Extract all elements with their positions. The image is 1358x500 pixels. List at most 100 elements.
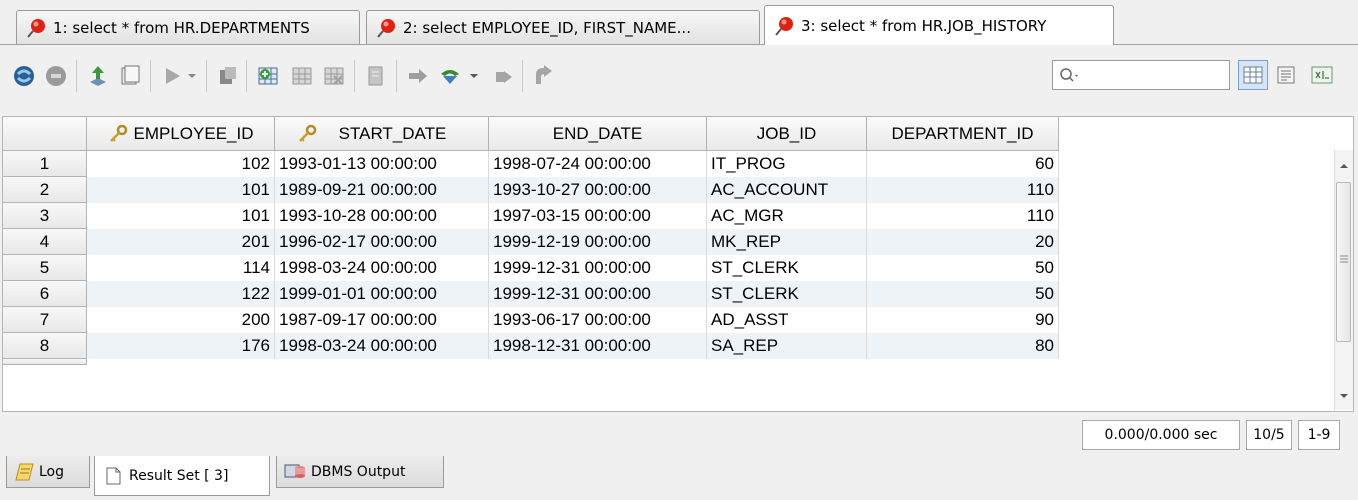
cell-employee-id[interactable]: 101 <box>87 203 275 229</box>
key-icon <box>298 124 316 142</box>
chevron-down-icon[interactable] <box>184 62 200 90</box>
table-row[interactable]: 4 201 1996-02-17 00:00:00 1999-12-19 00:… <box>3 229 1059 255</box>
cell-department-id[interactable]: 50 <box>867 281 1059 307</box>
tab-employees-query[interactable]: 2: select EMPLOYEE_ID, FIRST_NAME... <box>366 10 760 44</box>
column-header-employee-id[interactable]: EMPLOYEE_ID <box>87 117 275 151</box>
table-row[interactable]: 8 176 1998-03-24 00:00:00 1998-12-31 00:… <box>3 333 1059 359</box>
fetch-count: 10/5 <box>1246 420 1292 450</box>
tab-job-history-query[interactable]: 3: select * from HR.JOB_HISTORY <box>764 5 1114 45</box>
script-icon[interactable] <box>116 62 144 90</box>
table-row[interactable]: 3 101 1993-10-28 00:00:00 1997-03-15 00:… <box>3 203 1059 229</box>
column-header-label: DEPARTMENT_ID <box>891 123 1034 143</box>
cell-end-date[interactable]: 1999-12-31 00:00:00 <box>489 255 707 281</box>
cell-end-date[interactable]: 1999-12-31 00:00:00 <box>489 281 707 307</box>
cell-job-id[interactable]: ST_CLERK <box>707 255 867 281</box>
row-number[interactable]: 8 <box>3 333 87 359</box>
column-header-department-id[interactable]: DEPARTMENT_ID <box>867 117 1059 151</box>
row-number[interactable]: 3 <box>3 203 87 229</box>
cell-job-id[interactable]: ST_CLERK <box>707 281 867 307</box>
cell-job-id[interactable]: AC_MGR <box>707 203 867 229</box>
scroll-up-icon[interactable] <box>1339 162 1349 170</box>
cell-employee-id[interactable]: 102 <box>87 151 275 177</box>
tab-departments-query[interactable]: 1: select * from HR.DEPARTMENTS <box>16 10 360 44</box>
row-number <box>3 359 87 365</box>
table-row[interactable]: 7 200 1987-09-17 00:00:00 1993-06-17 00:… <box>3 307 1059 333</box>
column-header-end-date[interactable]: END_DATE <box>489 117 707 151</box>
refresh-icon[interactable] <box>436 62 464 90</box>
cell-end-date[interactable]: 1998-12-31 00:00:00 <box>489 333 707 359</box>
cell-start-date[interactable]: 1999-01-01 00:00:00 <box>275 281 489 307</box>
cell-end-date[interactable]: 1998-07-24 00:00:00 <box>489 151 707 177</box>
tab-label: 1: select * from HR.DEPARTMENTS <box>53 18 310 37</box>
cell-job-id[interactable]: AD_ASST <box>707 307 867 333</box>
cell-department-id[interactable]: 50 <box>867 255 1059 281</box>
cell-start-date[interactable]: 1996-02-17 00:00:00 <box>275 229 489 255</box>
search-input[interactable] <box>1052 60 1230 90</box>
cell-job-id[interactable]: IT_PROG <box>707 151 867 177</box>
cell-employee-id[interactable]: 201 <box>87 229 275 255</box>
cell-start-date[interactable]: 1993-10-28 00:00:00 <box>275 203 489 229</box>
database-icon[interactable] <box>10 62 38 90</box>
scroll-thumb[interactable] <box>1336 182 1351 342</box>
copy-icon[interactable] <box>214 62 242 90</box>
column-header-start-date[interactable]: START_DATE <box>275 117 489 151</box>
cell-employee-id[interactable]: 200 <box>87 307 275 333</box>
row-number[interactable]: 5 <box>3 255 87 281</box>
cell-start-date[interactable]: 1998-03-24 00:00:00 <box>275 255 489 281</box>
xml-view-toggle[interactable] <box>1308 63 1336 87</box>
cell-job-id[interactable]: AC_ACCOUNT <box>707 177 867 203</box>
grid-view-toggle[interactable] <box>1238 60 1268 90</box>
cell-start-date[interactable]: 1998-03-24 00:00:00 <box>275 333 489 359</box>
cell-department-id[interactable]: 60 <box>867 151 1059 177</box>
table-row[interactable]: 1 102 1993-01-13 00:00:00 1998-07-24 00:… <box>3 151 1059 177</box>
cell-employee-id[interactable]: 101 <box>87 177 275 203</box>
table-row[interactable]: 2 101 1989-09-21 00:00:00 1993-10-27 00:… <box>3 177 1059 203</box>
cell-job-id[interactable]: MK_REP <box>707 229 867 255</box>
cell-end-date[interactable]: 1997-03-15 00:00:00 <box>489 203 707 229</box>
tab-label: 3: select * from HR.JOB_HISTORY <box>801 16 1047 35</box>
tab-log[interactable]: Log <box>6 456 90 488</box>
pin-icon <box>377 18 395 38</box>
row-number[interactable]: 7 <box>3 307 87 333</box>
vertical-scrollbar[interactable] <box>1334 150 1353 410</box>
text-view-toggle[interactable] <box>1274 63 1298 87</box>
column-header-job-id[interactable]: JOB_ID <box>707 117 867 151</box>
cell-employee-id[interactable]: 122 <box>87 281 275 307</box>
edit-icon[interactable] <box>362 62 390 90</box>
cell-department-id[interactable]: 110 <box>867 177 1059 203</box>
undo-icon[interactable] <box>490 62 518 90</box>
cell-department-id[interactable]: 90 <box>867 307 1059 333</box>
cell-department-id[interactable]: 80 <box>867 333 1059 359</box>
cell-department-id[interactable]: 20 <box>867 229 1059 255</box>
cell-start-date[interactable]: 1993-01-13 00:00:00 <box>275 151 489 177</box>
export-icon[interactable] <box>84 62 112 90</box>
navigate-icon[interactable] <box>404 62 432 90</box>
cell-employee-id[interactable]: 176 <box>87 333 275 359</box>
add-row-icon[interactable] <box>254 62 282 90</box>
stop-icon[interactable] <box>42 62 70 90</box>
row-number[interactable]: 1 <box>3 151 87 177</box>
delete-row-icon[interactable] <box>320 62 348 90</box>
chevron-down-icon[interactable] <box>466 62 482 90</box>
commit-icon[interactable] <box>158 62 186 90</box>
row-number[interactable]: 6 <box>3 281 87 307</box>
cell-job-id[interactable]: SA_REP <box>707 333 867 359</box>
column-header-label: EMPLOYEE_ID <box>133 123 254 143</box>
row-number[interactable]: 2 <box>3 177 87 203</box>
cell-end-date[interactable]: 1993-06-17 00:00:00 <box>489 307 707 333</box>
table-icon[interactable] <box>288 62 316 90</box>
table-row[interactable]: 5 114 1998-03-24 00:00:00 1999-12-31 00:… <box>3 255 1059 281</box>
tab-result-set[interactable]: Result Set [ 3] <box>94 456 270 496</box>
cell-start-date[interactable]: 1987-09-17 00:00:00 <box>275 307 489 333</box>
redo-icon[interactable] <box>530 62 558 90</box>
key-icon <box>109 124 127 142</box>
scroll-down-icon[interactable] <box>1339 392 1349 400</box>
cell-end-date[interactable]: 1999-12-19 00:00:00 <box>489 229 707 255</box>
cell-employee-id[interactable]: 114 <box>87 255 275 281</box>
cell-end-date[interactable]: 1993-10-27 00:00:00 <box>489 177 707 203</box>
tab-dbms-output[interactable]: DBMS Output <box>276 456 444 488</box>
cell-start-date[interactable]: 1989-09-21 00:00:00 <box>275 177 489 203</box>
table-row[interactable]: 6 122 1999-01-01 00:00:00 1999-12-31 00:… <box>3 281 1059 307</box>
row-number[interactable]: 4 <box>3 229 87 255</box>
cell-department-id[interactable]: 110 <box>867 203 1059 229</box>
